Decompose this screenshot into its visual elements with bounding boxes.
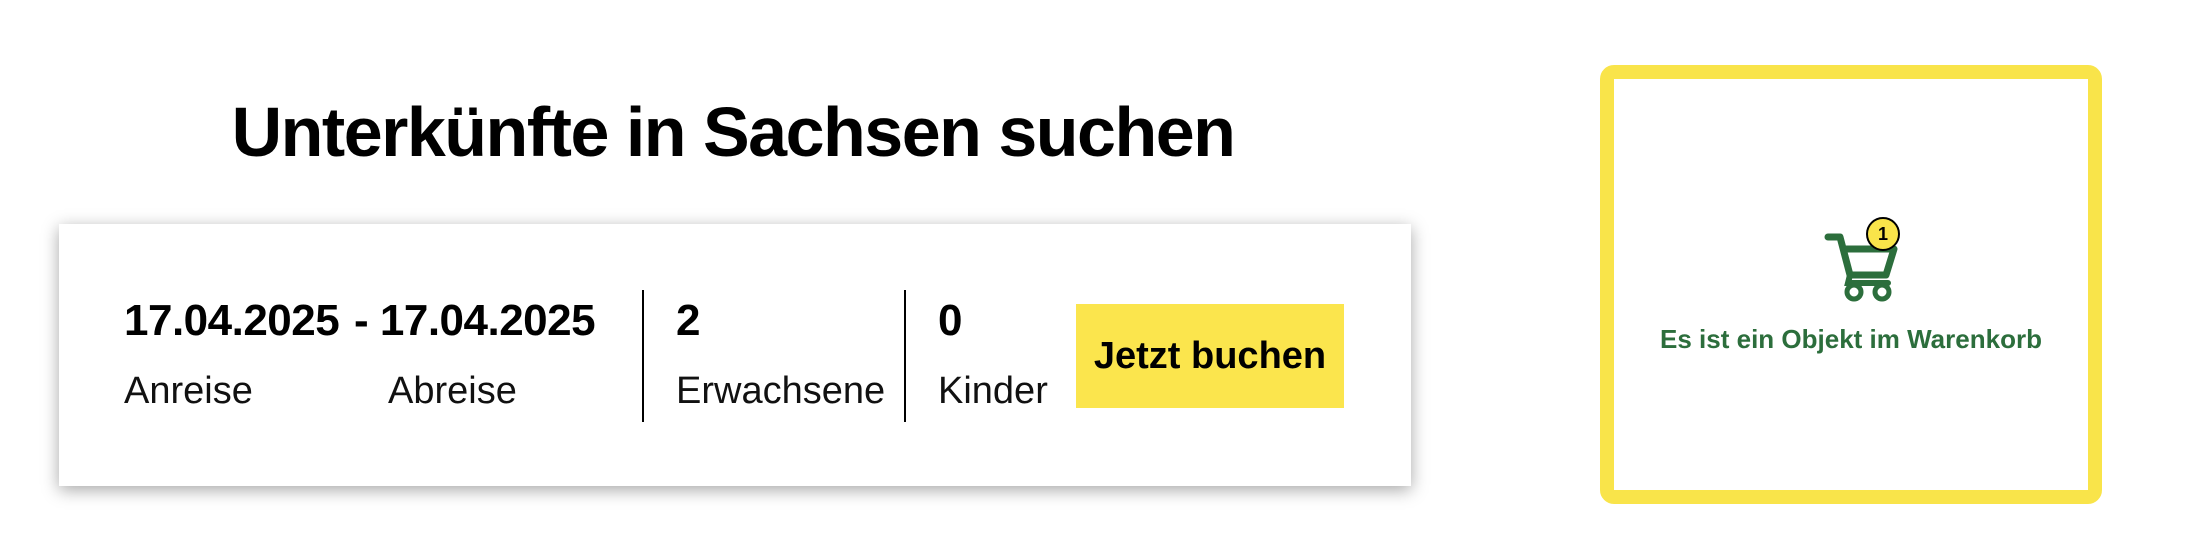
arrival-date-label: Anreise <box>124 370 253 412</box>
cart-widget[interactable]: 1 Es ist ein Objekt im Warenkorb <box>1600 65 2102 504</box>
children-field[interactable]: 0 Kinder <box>938 224 1058 486</box>
cart-count-badge: 1 <box>1866 217 1900 251</box>
cart-icon-container: 1 <box>1824 217 1904 305</box>
page: Unterkünfte in Sachsen suchen 17.04.2025… <box>0 0 2196 548</box>
field-divider <box>642 290 644 422</box>
arrival-date-value: 17.04.2025 <box>124 296 340 345</box>
adults-label: Erwachsene <box>676 370 886 412</box>
adults-field[interactable]: 2 Erwachsene <box>676 224 896 486</box>
arrival-date-field[interactable]: 17.04.2025 Anreise <box>124 224 344 486</box>
book-now-button[interactable]: Jetzt buchen <box>1076 304 1344 408</box>
children-label: Kinder <box>938 370 1048 412</box>
departure-date-field[interactable]: - 17.04.2025 Abreise <box>354 224 624 486</box>
field-divider <box>904 290 906 422</box>
departure-date-label: Abreise <box>388 370 517 412</box>
booking-search-form: 17.04.2025 Anreise - 17.04.2025 Abreise … <box>59 224 1411 486</box>
adults-count-value: 2 <box>676 296 700 345</box>
departure-date-value: - 17.04.2025 <box>354 296 596 345</box>
children-count-value: 0 <box>938 296 962 345</box>
page-title: Unterkünfte in Sachsen suchen <box>231 93 1236 171</box>
cart-status-message: Es ist ein Objekt im Warenkorb <box>1660 324 2042 354</box>
